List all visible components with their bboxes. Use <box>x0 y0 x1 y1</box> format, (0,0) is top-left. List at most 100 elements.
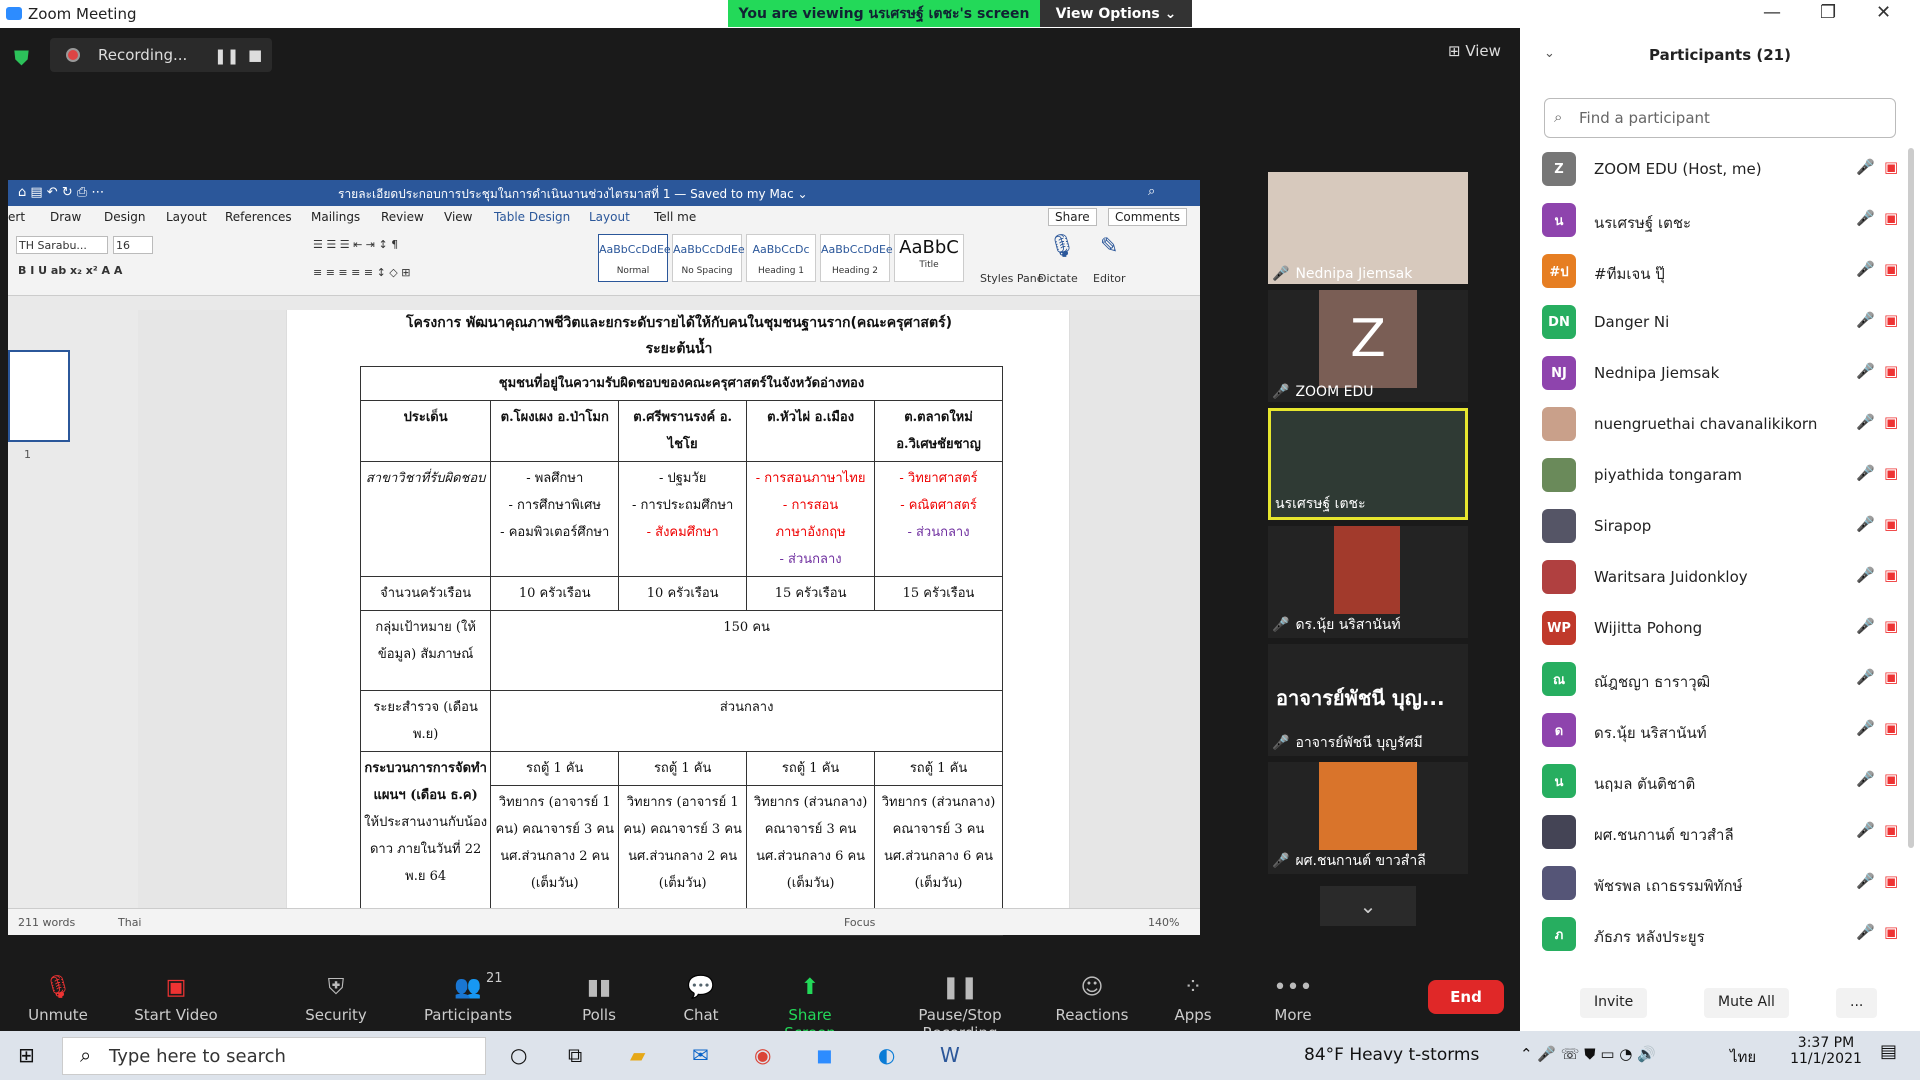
muted-mic-icon[interactable]: 🎤 <box>1856 821 1875 839</box>
muted-mic-icon[interactable]: 🎤 <box>1856 566 1875 584</box>
tab-layout[interactable]: Layout <box>166 210 207 224</box>
font-select[interactable]: TH Sarabu... <box>16 236 108 254</box>
muted-mic-icon[interactable]: 🎤 <box>1856 668 1875 686</box>
participant-row[interactable]: #ป #ทีมเจน ปุ๊ 🎤 ▣ <box>1542 247 1902 298</box>
video-off-icon[interactable]: ▣ <box>1884 923 1898 941</box>
participant-row[interactable]: น นฤมล ตันติชาติ 🎤 ▣ <box>1542 757 1902 808</box>
video-off-icon[interactable]: ▣ <box>1884 413 1898 431</box>
scrollbar[interactable] <box>1908 148 1914 848</box>
muted-mic-icon[interactable]: 🎤 <box>1856 413 1875 431</box>
participant-row[interactable]: น นรเศรษฐ์ เตชะ 🎤 ▣ <box>1542 196 1902 247</box>
participant-row[interactable]: DN Danger Ni 🎤 ▣ <box>1542 298 1902 349</box>
participant-row[interactable]: Sirapop 🎤 ▣ <box>1542 502 1902 553</box>
muted-mic-icon[interactable]: 🎤 <box>1856 362 1875 380</box>
input-language[interactable]: ไทย <box>1730 1045 1756 1069</box>
tab-table-design[interactable]: Table Design <box>494 210 570 224</box>
word-app-icon[interactable]: W <box>940 1043 960 1067</box>
task-view-icon[interactable]: ⧉ <box>568 1043 582 1067</box>
video-off-icon[interactable]: ▣ <box>1884 770 1898 788</box>
start-video-button[interactable]: ▣ Start Video <box>128 975 224 1024</box>
muted-mic-icon[interactable]: 🎤 <box>1856 719 1875 737</box>
list-buttons[interactable]: ☰ ☰ ☰ ⇤ ⇥ ↕ ¶ <box>313 238 398 251</box>
mail-icon[interactable]: ✉ <box>692 1043 709 1067</box>
muted-mic-icon[interactable]: 🎤 <box>1856 464 1875 482</box>
video-tile[interactable]: 🎤 Nednipa Jiemsak <box>1268 172 1468 284</box>
video-tile[interactable]: อาจารย์พัชนี บุญ... 🎤 อาจารย์พัชนี บุญรัศ… <box>1268 644 1468 756</box>
participant-row[interactable]: nuengruethai chavanalikikorn 🎤 ▣ <box>1542 400 1902 451</box>
focus-button[interactable]: Focus <box>844 916 875 929</box>
stop-recording-button[interactable]: ■ <box>248 46 262 64</box>
invite-button[interactable]: Invite <box>1580 988 1648 1018</box>
participant-row[interactable]: ด ดร.นุ้ย นริสานันท์ 🎤 ▣ <box>1542 706 1902 757</box>
style-normal[interactable]: AaBbCcDdEe Normal <box>598 234 671 282</box>
file-explorer-icon[interactable]: ▰ <box>630 1043 645 1067</box>
tab-references[interactable]: References <box>225 210 292 224</box>
participant-row[interactable]: พัชรพล เถาธรรมพิทักษ์ 🎤 ▣ <box>1542 859 1902 910</box>
cortana-icon[interactable]: ○ <box>510 1043 527 1067</box>
participant-search-input[interactable]: Find a participant <box>1544 98 1896 138</box>
windows-start-icon[interactable]: ⊞ <box>18 1043 35 1067</box>
page-thumbnail[interactable] <box>8 350 70 442</box>
format-buttons[interactable]: B I U ab x₂ x² A A <box>18 264 122 277</box>
video-off-icon[interactable]: ▣ <box>1884 311 1898 329</box>
muted-mic-icon[interactable]: 🎤 <box>1856 260 1875 278</box>
comments-button[interactable]: Comments <box>1108 208 1188 226</box>
video-off-icon[interactable]: ▣ <box>1884 464 1898 482</box>
restore-button[interactable]: ❐ <box>1820 2 1836 23</box>
notification-icon[interactable]: ▤ <box>1880 1041 1897 1062</box>
view-button[interactable]: ⊞ View <box>1448 42 1501 60</box>
video-tile[interactable]: 🎤 ผศ.ชนกานต์ ขาวสำลี <box>1268 762 1468 874</box>
zoom-level[interactable]: 140% <box>1148 916 1179 929</box>
participant-row[interactable]: ณ ณัฎชญา ธาราวุฒิ 🎤 ▣ <box>1542 655 1902 706</box>
style-no-spacing[interactable]: AaBbCcDdEe No Spacing <box>672 234 745 282</box>
participant-row[interactable]: ผศ.ชนกานต์ ขาวสำลี 🎤 ▣ <box>1542 808 1902 859</box>
video-off-icon[interactable]: ▣ <box>1884 617 1898 635</box>
video-off-icon[interactable]: ▣ <box>1884 872 1898 890</box>
muted-mic-icon[interactable]: 🎤 <box>1856 515 1875 533</box>
muted-mic-icon[interactable]: 🎤 <box>1856 872 1875 890</box>
muted-mic-icon[interactable]: 🎤 <box>1856 209 1875 227</box>
edge-icon[interactable]: ◐ <box>878 1043 895 1067</box>
video-tile[interactable]: Z 🎤 ZOOM EDU <box>1268 290 1468 402</box>
tab-draw[interactable]: Draw <box>50 210 81 224</box>
minimize-button[interactable]: — <box>1763 2 1781 23</box>
video-off-icon[interactable]: ▣ <box>1884 566 1898 584</box>
muted-mic-icon[interactable]: 🎤 <box>1856 158 1875 176</box>
shield-icon[interactable]: ⛊ <box>14 46 36 70</box>
tray-icons[interactable]: ⌃ 🎤 ☏ ⛊ ▭ ◔ 🔊 <box>1520 1045 1656 1063</box>
unmute-button[interactable]: 🎙 Unmute <box>22 975 94 1024</box>
close-button[interactable]: ✕ <box>1876 2 1891 23</box>
participant-row[interactable]: Z ZOOM EDU (Host, me) 🎤 ▣ <box>1542 145 1902 196</box>
video-off-icon[interactable]: ▣ <box>1884 719 1898 737</box>
video-tile[interactable]: 🎤 ดร.นุ้ย นริสานันท์ <box>1268 526 1468 638</box>
chevron-down-icon[interactable]: ⌄ <box>1320 886 1416 926</box>
video-off-icon[interactable]: ▣ <box>1884 362 1898 380</box>
mute-all-button[interactable]: Mute All <box>1704 988 1789 1018</box>
video-tile-active-speaker[interactable]: นรเศรษฐ์ เตชะ <box>1268 408 1468 520</box>
editor-button[interactable]: Editor <box>1093 272 1126 285</box>
tab-design[interactable]: Design <box>104 210 145 224</box>
pause-recording-button[interactable]: ❚❚ <box>214 47 239 65</box>
video-off-icon[interactable]: ▣ <box>1884 821 1898 839</box>
video-off-icon[interactable]: ▣ <box>1884 260 1898 278</box>
participant-row[interactable]: piyathida tongaram 🎤 ▣ <box>1542 451 1902 502</box>
weather[interactable]: 84°F Heavy t-storms <box>1304 1045 1479 1065</box>
video-off-icon[interactable]: ▣ <box>1884 158 1898 176</box>
tell-me[interactable]: Tell me <box>654 210 696 224</box>
muted-mic-icon[interactable]: 🎤 <box>1856 617 1875 635</box>
participant-row[interactable]: WP Wijitta Pohong 🎤 ▣ <box>1542 604 1902 655</box>
styles-pane-button[interactable]: Styles Pane <box>980 272 1043 285</box>
muted-mic-icon[interactable]: 🎤 <box>1856 770 1875 788</box>
tab-mailings[interactable]: Mailings <box>311 210 360 224</box>
more-button[interactable]: ... <box>1836 988 1878 1018</box>
more-button[interactable]: ••• More <box>1268 975 1318 1024</box>
taskbar-search-input[interactable]: Type here to search <box>62 1037 486 1075</box>
share-button[interactable]: Share <box>1048 208 1097 226</box>
zoom-app-icon[interactable]: ◼ <box>816 1043 833 1067</box>
style-heading-1[interactable]: AaBbCcDc Heading 1 <box>746 234 816 282</box>
muted-mic-icon[interactable]: 🎤 <box>1856 311 1875 329</box>
tab-insert[interactable]: ert <box>8 210 25 224</box>
tab-view[interactable]: View <box>444 210 472 224</box>
clock[interactable]: 3:37 PM 11/1/2021 <box>1786 1035 1866 1067</box>
apps-button[interactable]: ⁘ Apps <box>1170 975 1216 1024</box>
